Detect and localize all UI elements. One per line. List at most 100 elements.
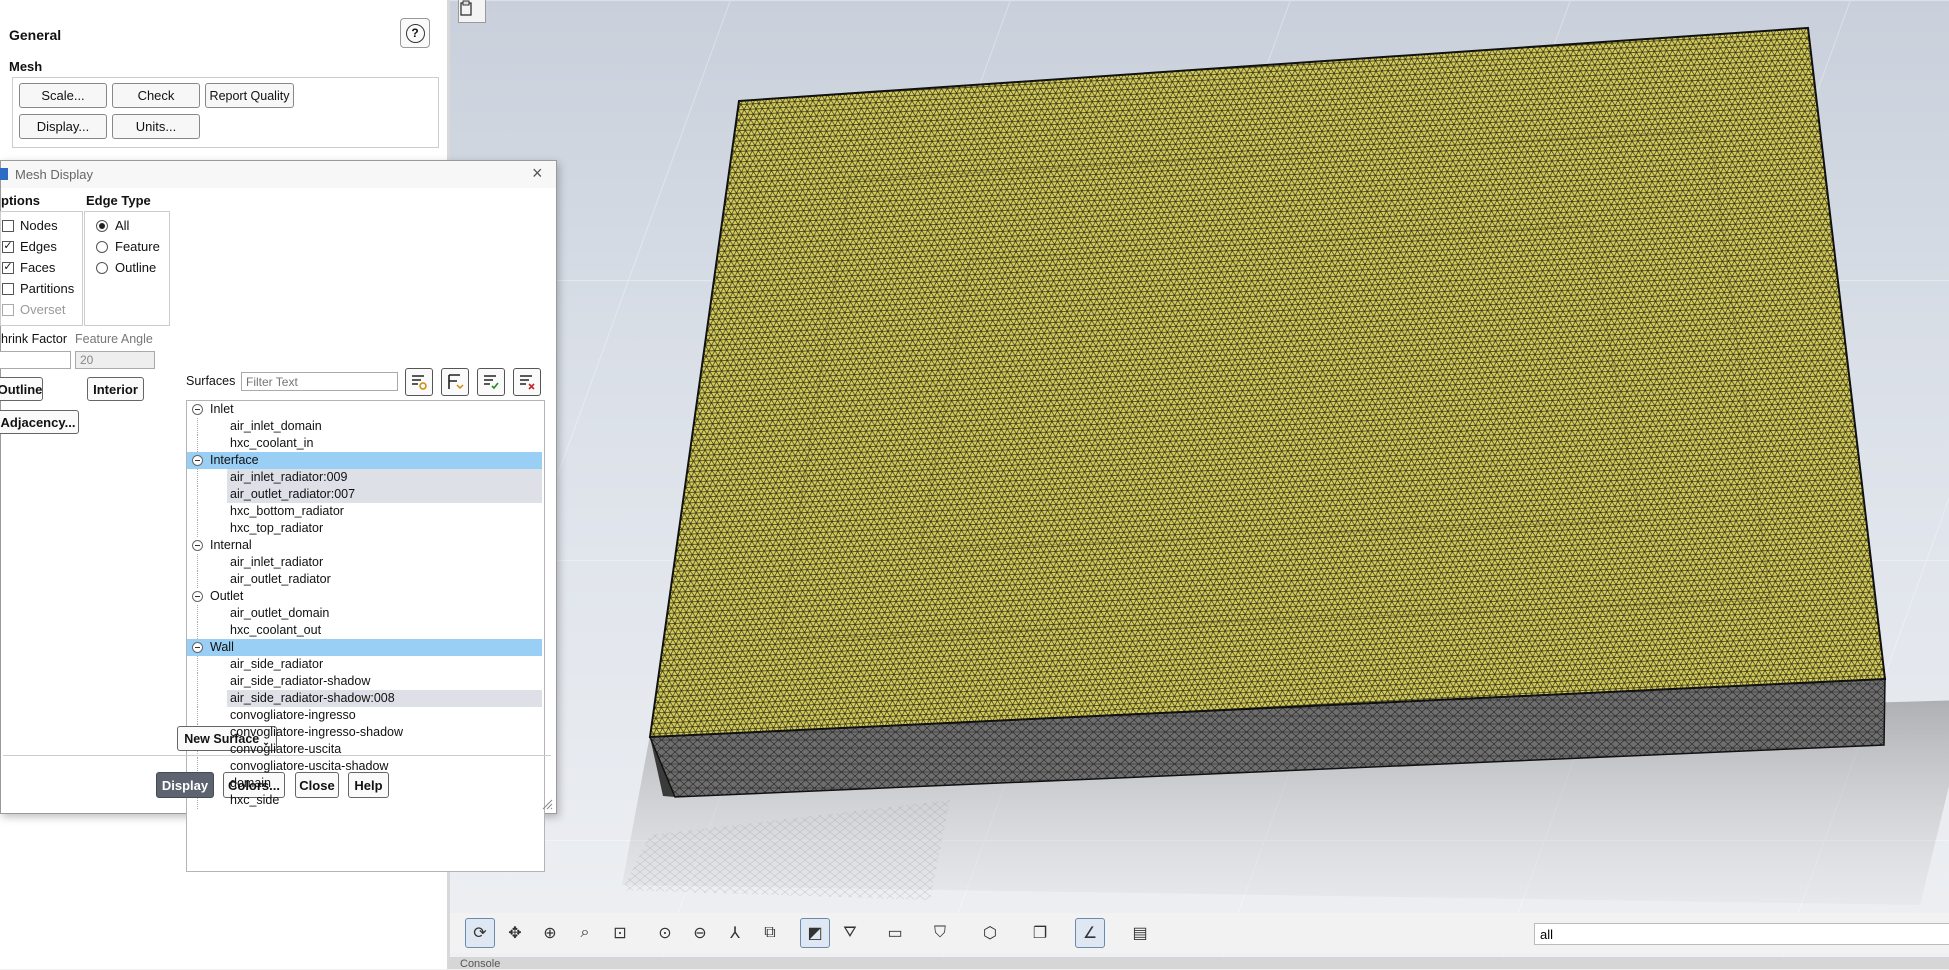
filter-options-icon[interactable]: [405, 368, 433, 396]
zoom-box-icon[interactable]: ⊡: [605, 918, 635, 948]
tree-item[interactable]: air_inlet_domain: [187, 418, 542, 435]
filter-toggle-icon[interactable]: [441, 368, 469, 396]
tree-item[interactable]: air_side_radiator-shadow:008: [187, 690, 542, 707]
close-button[interactable]: Close: [295, 772, 339, 798]
tree-group-outlet[interactable]: Outlet: [187, 588, 542, 605]
adjacency-button[interactable]: Adjacency...: [0, 410, 79, 434]
edges-checkbox[interactable]: ✓ Edges: [2, 239, 57, 254]
console-tab[interactable]: Console: [450, 957, 1949, 970]
tree-item[interactable]: air_inlet_radiator:009: [187, 469, 542, 486]
zoom-icon[interactable]: ⌕: [570, 918, 600, 948]
feature-angle-input[interactable]: [75, 351, 155, 369]
edge-type-feature-radio[interactable]: Feature: [96, 239, 160, 254]
nodes-checkbox[interactable]: Nodes: [2, 218, 58, 233]
resize-grip-icon[interactable]: [541, 798, 553, 810]
dialog-app-icon: [0, 168, 8, 180]
outline-button[interactable]: Outline: [0, 377, 43, 401]
help-button[interactable]: ?: [400, 18, 430, 48]
tree-item-label: convogliatore-ingresso: [230, 708, 356, 722]
check-button[interactable]: Check: [112, 83, 200, 108]
probe-icon[interactable]: ⛛: [835, 918, 865, 948]
mesh-display-dialog: Mesh Display × ptions Nodes ✓ Edges ✓ Face…: [0, 160, 557, 872]
fit-to-window-icon[interactable]: ⊙: [650, 918, 680, 948]
tree-item-label: hxc_top_radiator: [230, 521, 324, 535]
select-all-icon[interactable]: [477, 368, 505, 396]
edge-type-all-radio[interactable]: All: [96, 218, 129, 233]
axes-icon[interactable]: ⅄: [720, 918, 750, 948]
filter-text-input[interactable]: [241, 372, 398, 391]
tree-group-inlet[interactable]: Inlet: [187, 401, 542, 418]
tree-item[interactable]: convogliatore-uscita-shadow: [187, 758, 542, 775]
tree-item-label: hxc_coolant_out: [230, 623, 322, 637]
view-selector-input[interactable]: [1534, 923, 1949, 945]
edge-type-outline-radio[interactable]: Outline: [96, 260, 156, 275]
feature-radio-dot[interactable]: [96, 240, 108, 253]
rotate-icon[interactable]: ⟳: [465, 918, 495, 948]
edges-check-box[interactable]: ✓: [2, 240, 14, 253]
tree-item[interactable]: air_inlet_radiator: [187, 554, 542, 571]
tree-item[interactable]: hxc_coolant_in: [187, 435, 542, 452]
dialog-titlebar[interactable]: Mesh Display ×: [0, 161, 556, 188]
tree-item[interactable]: air_side_radiator: [187, 656, 542, 673]
tree-item[interactable]: convogliatore-ingresso-shadow: [187, 724, 542, 741]
tree-group-interface[interactable]: Interface: [187, 452, 542, 469]
cube-view-icon[interactable]: ⬡: [975, 918, 1005, 948]
interior-button[interactable]: Interior: [87, 377, 144, 401]
tree-item[interactable]: convogliatore-ingresso: [187, 707, 542, 724]
tree-item[interactable]: hxc_top_radiator: [187, 520, 542, 537]
clipboard-icon[interactable]: [458, 0, 486, 23]
tree-item[interactable]: air_outlet_radiator: [187, 571, 542, 588]
collapse-icon[interactable]: [192, 591, 203, 602]
faces-check-box[interactable]: ✓: [2, 261, 14, 274]
close-icon[interactable]: ×: [532, 163, 543, 184]
partitions-checkbox[interactable]: Partitions: [2, 281, 74, 296]
tree-item[interactable]: hxc_bottom_radiator: [187, 503, 542, 520]
overset-check-box[interactable]: [2, 303, 14, 316]
zoom-in-out-icon[interactable]: ⊕: [535, 918, 565, 948]
tree-group-internal[interactable]: Internal: [187, 537, 542, 554]
outline-radio-dot[interactable]: [96, 261, 108, 274]
collapse-icon[interactable]: [192, 540, 203, 551]
mesh-display-button[interactable]: Display...: [19, 114, 107, 139]
ruler-icon[interactable]: ▭: [880, 918, 910, 948]
help-dialog-button[interactable]: Help: [348, 772, 389, 798]
pan-icon[interactable]: ✥: [500, 918, 530, 948]
notes-icon[interactable]: ▤: [1125, 918, 1155, 948]
axis-triad-icon[interactable]: ∠: [1075, 918, 1105, 948]
tree-guide-line: [197, 435, 199, 452]
deselect-all-icon[interactable]: [513, 368, 541, 396]
copy-view-icon[interactable]: ⧉: [755, 918, 785, 948]
layers-icon[interactable]: ❐: [1025, 918, 1055, 948]
units-button[interactable]: Units...: [112, 114, 200, 139]
collapse-icon[interactable]: [192, 642, 203, 653]
graphics-window[interactable]: [450, 0, 1949, 969]
tree-item[interactable]: air_side_radiator-shadow: [187, 673, 542, 690]
pick-icon[interactable]: ◩: [800, 918, 830, 948]
edge-type-label: Edge Type: [86, 193, 151, 208]
tree-item-label: air_side_radiator: [230, 657, 324, 671]
display-button[interactable]: Display: [156, 772, 214, 798]
shrink-factor-label: hrink Factor: [1, 332, 67, 346]
view-settings-icon[interactable]: ⛉: [925, 918, 955, 948]
overset-checkbox[interactable]: Overset: [2, 302, 66, 317]
collapse-icon[interactable]: [192, 455, 203, 466]
mesh-viewport[interactable]: [450, 0, 1949, 969]
tree-item-label: air_side_radiator-shadow:008: [230, 691, 395, 705]
all-radio-dot[interactable]: [96, 219, 108, 232]
zoom-out-icon[interactable]: ⊖: [685, 918, 715, 948]
surfaces-tree[interactable]: Inlet air_inlet_domain hxc_coolant_in Inter…: [186, 400, 545, 872]
report-quality-button[interactable]: Report Quality: [205, 83, 294, 108]
tree-item-label: air_inlet_radiator:009: [230, 470, 348, 484]
nodes-check-box[interactable]: [2, 219, 14, 232]
partitions-check-box[interactable]: [2, 282, 14, 295]
tree-item[interactable]: hxc_coolant_out: [187, 622, 542, 639]
collapse-icon[interactable]: [192, 404, 203, 415]
outline-label: Outline: [115, 260, 157, 275]
tree-item[interactable]: air_outlet_radiator:007: [187, 486, 542, 503]
shrink-factor-input[interactable]: [0, 351, 71, 369]
tree-group-wall[interactable]: Wall: [187, 639, 542, 656]
tree-guide-line: [197, 418, 199, 435]
tree-item[interactable]: air_outlet_domain: [187, 605, 542, 622]
faces-checkbox[interactable]: ✓ Faces: [2, 260, 55, 275]
scale-button[interactable]: Scale...: [19, 83, 107, 108]
